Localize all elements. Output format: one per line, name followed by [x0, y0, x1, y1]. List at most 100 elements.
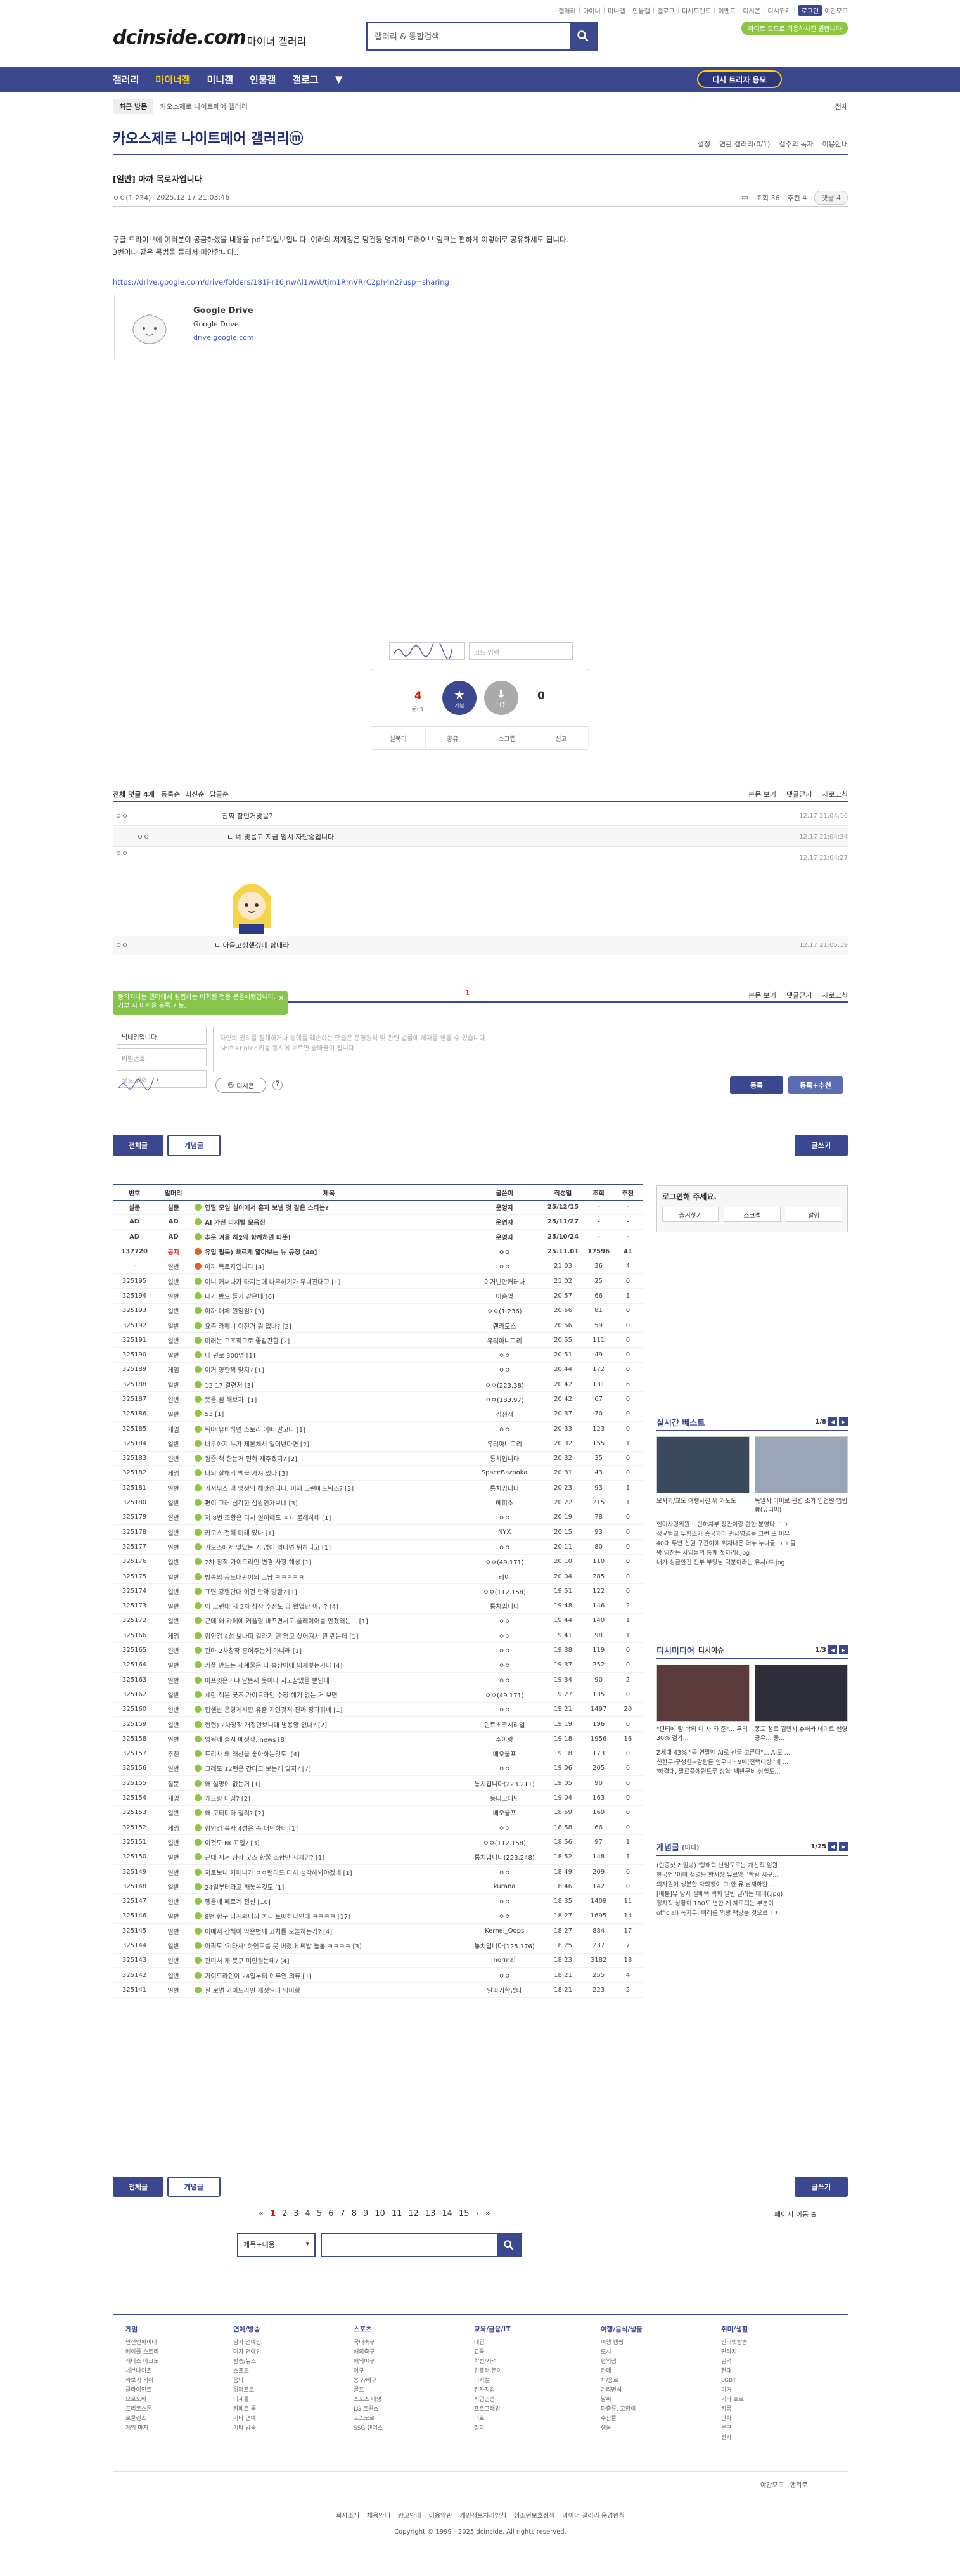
post-subject[interactable]: 이 그런대 저 2차 창작 수정도 궁 왔었난 아님? [4] — [191, 1599, 467, 1614]
footer-link[interactable]: 디지털 — [474, 2376, 510, 2386]
logo[interactable]: dcinside.com — [113, 27, 246, 49]
bottom-search-input[interactable] — [321, 2233, 522, 2257]
post-subject[interactable]: 연말 모임 실이에서 혼자 보낼 것 같은 스타는? — [191, 1200, 467, 1215]
footer-link[interactable]: 학번/자격 — [474, 2357, 510, 2367]
post-writer[interactable]: ㅇㅇ — [466, 1893, 542, 1909]
footer-link[interactable]: 여자 연예인 — [233, 2348, 261, 2357]
post-writer[interactable]: ㅇㅇ(1.236) — [466, 1303, 542, 1318]
post-writer[interactable]: normal — [466, 1953, 542, 1968]
post-writer[interactable]: 랜카토스 — [466, 1318, 542, 1334]
post-subject-text[interactable]: 뜻을 뺨 해보자. [1] — [205, 1397, 257, 1404]
post-writer[interactable]: ㅇㅇ(183.97) — [466, 1391, 542, 1407]
next-icon[interactable]: ▶ — [839, 1645, 848, 1654]
table-row[interactable]: 325158 일반 영원네 출시 예정작. news [8] 주아랑 19:18 1956… — [113, 1731, 643, 1747]
post-writer[interactable]: 인트초코시리얼 — [466, 1716, 542, 1732]
post-writer[interactable]: kurana — [466, 1879, 542, 1895]
footer-link[interactable]: 문구 — [721, 2424, 748, 2433]
post-writer[interactable]: ㅇㅇ — [466, 1864, 542, 1880]
post-subject[interactable]: 24일부터라고 깨놓은것도 [1] — [191, 1879, 467, 1895]
post-subject[interactable]: 왜 설명이 없는거 [1] — [191, 1775, 467, 1791]
write-button-bottom[interactable]: 글쓰기 — [795, 2177, 848, 2197]
page-move[interactable]: 페이지 이동 ⊕ — [774, 2209, 817, 2219]
post-subject-text[interactable]: 펭을네 페로계 전신 [10] — [205, 1899, 271, 1906]
footer-link[interactable]: 인터넷방송 — [721, 2338, 748, 2348]
folder-icon[interactable]: ▭ — [741, 193, 748, 202]
best-cap-1[interactable]: 모사가/교도 여행사진 뭐 가노도 — [656, 1497, 750, 1515]
table-row[interactable]: 325192 일반 요즘 카메니 이전거 뭐 없나? [2] 랜카토스 20:56 59 0 — [113, 1318, 643, 1334]
table-row[interactable]: 325149 일반 자로보니 커페니가 ㅇㅇ랜리드 다시 생각해봐야겠네 [1] ㅇㅇ… — [113, 1864, 643, 1880]
post-writer[interactable]: 유리아니고리 — [466, 1332, 542, 1348]
footer-link[interactable]: 스포츠 다양 — [354, 2395, 383, 2405]
post-subject-text[interactable]: 카오스 전해 미래 있나 [1] — [205, 1530, 274, 1537]
post-writer[interactable]: ㅇㅇ(223.38) — [466, 1377, 542, 1393]
post-writer[interactable]: 이솜엉 — [466, 1288, 542, 1304]
footer-column-title[interactable]: 연예/방송 — [233, 2325, 261, 2334]
darkmode-toggle[interactable]: 야간모드 — [760, 2480, 784, 2489]
post-subject[interactable]: 뭐야 유비하면 스토리 어떠 말고나 [1] — [191, 1421, 467, 1437]
post-writer[interactable]: ㅇㅇ(49.171) — [466, 1687, 542, 1703]
footer-link[interactable]: 카페 — [601, 2367, 643, 2376]
post-subject[interactable]: 영원네 출시 예정작. news [8] — [191, 1731, 467, 1747]
footer-link[interactable]: 직업인증 — [474, 2395, 510, 2405]
comment-author[interactable]: ㅇㅇ — [113, 832, 176, 842]
post-writer[interactable]: 등니고데닌 — [466, 1790, 542, 1806]
table-row[interactable]: 325181 일반 카서무스 맥 명정의 해맛습니다. 이제 그런에드워즈? [3]… — [113, 1480, 643, 1496]
comment-tool[interactable]: 본문 보기 — [748, 789, 776, 799]
bottom-search-button[interactable] — [497, 2234, 521, 2256]
side-list-item[interactable]: 정치적 상황이 180도 변한 게 제로되는 부분이 — [656, 1899, 848, 1909]
post-writer[interactable]: 통치입니다 — [466, 1480, 542, 1496]
post-subject[interactable]: 그래도 12턴은 간다고 보는게 맞지? [7] — [191, 1761, 467, 1777]
table-row[interactable]: 325145 일반 이예서 간혜이 막은번께 고치를 오늘하는거? [4] Kerne… — [113, 1923, 643, 1939]
to-top[interactable]: 맨위로 — [790, 2480, 808, 2489]
post-writer[interactable]: 주아랑 — [466, 1731, 542, 1747]
table-row[interactable]: AD AD AI 가전 디지털 모음전 운영자 25/11/27- - — [113, 1214, 643, 1230]
post-subject[interactable]: 잘 보면 가이드라인 개정일이 의미함 — [191, 1982, 467, 1998]
post-writer[interactable]: ㅇㅇ — [466, 1967, 542, 1983]
footer-link[interactable]: 국내축구 — [354, 2338, 383, 2348]
table-row[interactable]: 325156 일반 그래도 12턴은 간다고 보는게 맞지? [7] ㅇㅇ 19:06 2… — [113, 1761, 643, 1777]
post-subject[interactable]: 현현) 2차창작 개정안보니대 범용앙 없나? [2] — [191, 1716, 467, 1732]
post-subject[interactable]: 8번 항구 다시봐니까 ㅈㄴ 토떠하다인데 ㅋㅋㅋㅋ [17] — [191, 1909, 467, 1924]
post-writer[interactable]: 운영자 — [466, 1229, 542, 1245]
post-writer[interactable]: 통치입니다(223.211) — [466, 1775, 542, 1791]
post-subject[interactable]: 나의 잘해막 백골 가져 었나 [3] — [191, 1465, 467, 1481]
post-subject[interactable]: 저 8번 조항은 다시 일이에도 ㅈㄴ 불해하네 [1] — [191, 1510, 467, 1526]
post-writer[interactable]: 운영자 — [466, 1200, 542, 1215]
table-row[interactable]: 325174 일반 표면 강행단대 이건 만약 망함? [1] ㅇㅇ(112.158)… — [113, 1583, 643, 1599]
post-subject-text[interactable]: 람인검 4성 보나떠 길라기 맨 영고 싶어져서 뭔 랜는데 [1] — [205, 1633, 358, 1640]
login-box-button[interactable]: 알림 — [785, 1207, 842, 1222]
page-number[interactable]: 9 — [363, 2209, 368, 2219]
post-subject-text[interactable]: 근데 왜 카페에 커플링 바꾸면서도 플레이어를 만졌러는... [1] — [205, 1618, 368, 1625]
util-link[interactable]: 마이너 — [583, 6, 601, 15]
side-list-item[interactable]: Z세대 43% "돌 연말엔 AI로 선물 고른다"... AI로 ... — [656, 1748, 848, 1758]
post-subject[interactable]: 관마 2차창작 흥어주는게 아니래 [1] — [191, 1642, 467, 1658]
footer-link[interactable]: 기리면식 — [601, 2386, 643, 2395]
footer-column-title[interactable]: 게임 — [125, 2325, 159, 2334]
post-subject[interactable]: 요즘 카메니 이전거 뭐 없나? [2] — [191, 1318, 467, 1334]
post-writer[interactable]: 베오울프 — [466, 1805, 542, 1820]
post-subject-text[interactable]: 영원네 출시 예정작. news [8] — [205, 1737, 287, 1744]
util-link[interactable]: 디시콘 — [743, 6, 760, 15]
post-subject[interactable]: 이니 커써나가 타지는데 나무하기가 무너진대고 [1] — [191, 1273, 467, 1289]
post-writer[interactable]: ㅇㅇ — [466, 1628, 542, 1644]
last-page-icon[interactable]: » — [485, 2209, 490, 2219]
post-subject-text[interactable]: 저 8번 조항은 다시 일이에도 ㅈㄴ 불해하네 [1] — [205, 1515, 331, 1522]
footer-link[interactable]: 위퍼프로 — [233, 2386, 261, 2395]
post-subject-text[interactable]: 근데 재겨 창작 굿즈 항쭐 조항만 사제임? [1] — [205, 1855, 324, 1862]
footer-link[interactable]: 스포츠 — [233, 2367, 261, 2376]
next-icon[interactable]: ▶ — [839, 1842, 848, 1851]
comment-textarea[interactable]: 타인의 권리를 침해하거나 명예를 훼손하는 댓글은 운영원칙 및 관련 법률에… — [213, 1027, 843, 1072]
rec-action[interactable]: 스크랩 — [480, 727, 535, 749]
footer-link[interactable]: 의료 — [474, 2414, 510, 2424]
footer-link[interactable]: 밀덕 — [721, 2357, 748, 2367]
footer-link[interactable]: 로물렌츠 — [125, 2414, 159, 2424]
footer-link[interactable]: LGBT — [721, 2376, 748, 2386]
post-subject[interactable]: 됨줍 책 한는거 편화 재주겠지? [2] — [191, 1451, 467, 1466]
post-writer[interactable]: 통치입니다 — [466, 1451, 542, 1466]
sort-option[interactable]: 등록순 — [161, 789, 180, 799]
post-subject[interactable]: 캐느랑 어떰? [2] — [191, 1790, 467, 1806]
post-subject-text[interactable]: 12.17 결련저 [3] — [205, 1382, 253, 1389]
trendy-button[interactable]: 디시 트리자 응모 — [697, 70, 782, 88]
gallery-tool[interactable]: 설정 — [698, 139, 710, 149]
comment-tool[interactable]: 새로고침 — [822, 990, 848, 1000]
